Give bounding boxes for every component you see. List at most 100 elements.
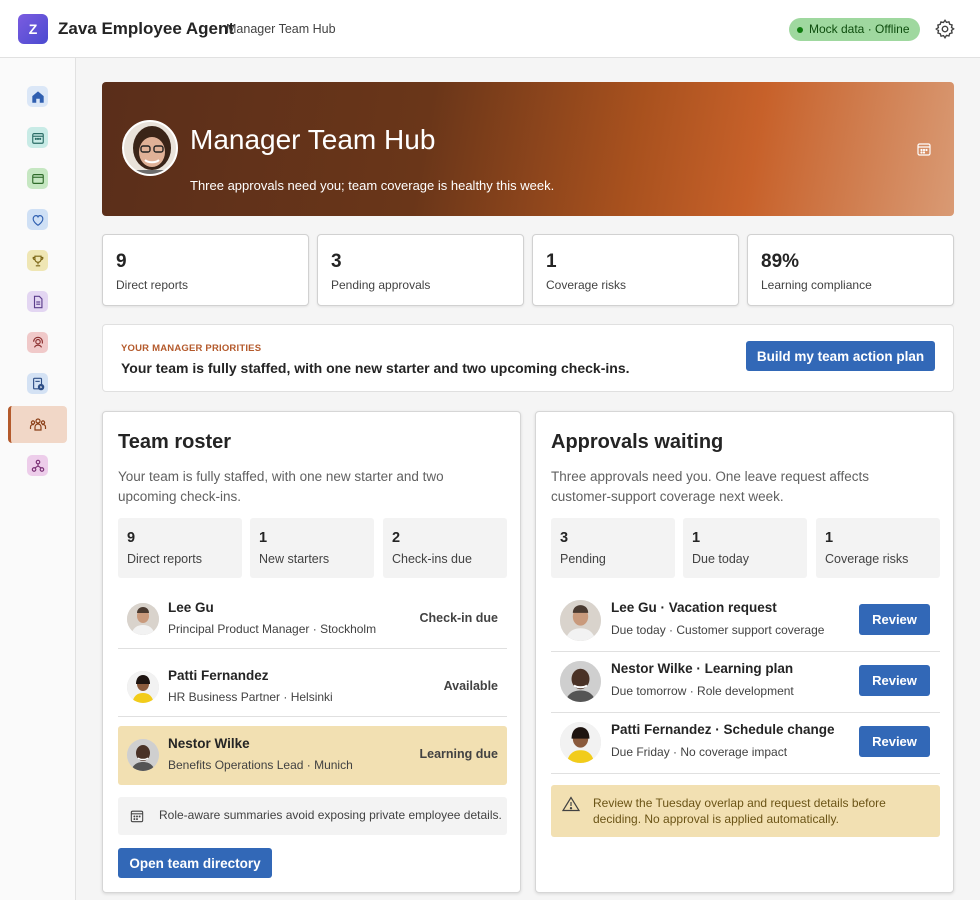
calendar-icon [130,810,144,823]
stat-direct-reports: 9 Direct reports [118,518,242,578]
document-icon [27,291,48,312]
form-play-icon [27,373,48,394]
avatar [560,600,601,641]
priorities-text: Your team is fully staffed, with one new… [121,360,630,376]
review-button[interactable]: Review [859,604,930,635]
member-role: HR Business Partner · Helsinki [168,690,333,704]
kpi-label: Coverage risks [546,278,627,292]
stat-label: Due today [692,552,749,566]
kpi-label: Learning compliance [761,278,872,292]
stat-pending: 3 Pending [551,518,675,578]
kpi-label: Direct reports [116,278,189,292]
kpi-card-coverage-risks: 1 Coverage risks [532,234,739,306]
sidebar-item-home[interactable] [8,78,67,115]
avatar [560,722,601,763]
open-team-directory-button[interactable]: Open team directory [118,848,272,878]
status-badge: Mock data · Offline [789,18,920,41]
page-subtitle: Three approvals need you; team coverage … [190,178,555,193]
approval-item: Patti Fernandez · Schedule change Due Fr… [551,713,940,774]
approval-meta: Due today · Customer support coverage [611,623,825,637]
kpi-card-direct-reports: 9 Direct reports [102,234,309,306]
stat-new-starters: 1 New starters [250,518,374,578]
member-role: Benefits Operations Lead · Munich [168,758,353,772]
approval-title: Lee Gu · Vacation request [611,600,777,615]
stat-check-ins-due: 2 Check-ins due [383,518,507,578]
stat-value: 1 [692,530,701,546]
kpi-value: 89% [761,251,800,272]
member-status: Available [443,679,498,693]
manager-priorities-card: YOUR MANAGER PRIORITIES Your team is ful… [102,324,954,392]
trophy-icon [27,250,48,271]
member-status: Check-in due [419,611,499,625]
sidebar-item-wallet[interactable] [8,160,67,197]
panel-title: Team roster [118,431,232,453]
avatar [560,661,601,702]
approval-title: Nestor Wilke · Learning plan [611,661,794,676]
calendar-icon[interactable] [916,141,932,157]
kpi-card-learning-compliance: 89% Learning compliance [747,234,954,306]
member-name: Lee Gu [168,600,214,615]
approval-item: Nestor Wilke · Learning plan Due tomorro… [551,652,940,713]
sidebar [0,58,76,900]
priorities-eyebrow: YOUR MANAGER PRIORITIES [121,343,262,354]
calendar-icon [27,127,48,148]
sidebar-item-forms[interactable] [8,365,67,402]
sidebar-item-calendar[interactable] [8,119,67,156]
roster-row[interactable]: Lee Gu Principal Product Manager · Stock… [118,590,507,649]
sidebar-item-support[interactable] [8,324,67,361]
heart-icon [27,209,48,230]
privacy-note: Role-aware summaries avoid exposing priv… [118,797,507,835]
warning-text: Review the Tuesday overlap and request d… [593,796,886,826]
stat-due-today: 1 Due today [683,518,807,578]
org-chart-icon [27,455,48,476]
stat-label: Pending [560,552,606,566]
approval-item: Lee Gu · Vacation request Due today · Cu… [551,591,940,652]
build-action-plan-button[interactable]: Build my team action plan [746,341,935,371]
team-icon [27,414,48,435]
gear-icon[interactable] [934,18,956,40]
member-role: Principal Product Manager · Stockholm [168,622,377,636]
app-logo: Z [18,14,48,44]
kpi-label: Pending approvals [331,278,431,292]
approval-meta: Due tomorrow · Role development [611,684,794,698]
roster-row[interactable]: Nestor Wilke Benefits Operations Lead · … [118,726,507,785]
approval-title: Patti Fernandez · Schedule change [611,722,835,737]
roster-row[interactable]: Patti Fernandez HR Business Partner · He… [118,658,507,717]
warning-icon [562,796,580,812]
kpi-value: 1 [546,251,557,272]
member-name: Patti Fernandez [168,668,269,683]
approval-meta: Due Friday · No coverage impact [611,745,788,759]
coverage-warning: Review the Tuesday overlap and request d… [551,785,940,837]
note-text: Role-aware summaries avoid exposing priv… [159,808,502,822]
stat-value: 9 [127,530,136,546]
stat-label: Check-ins due [392,552,472,566]
sidebar-item-documents[interactable] [8,283,67,320]
status-text: Mock data · Offline [809,22,910,36]
avatar [122,120,178,176]
kpi-value: 9 [116,251,127,272]
panel-description: Three approvals need you. One leave requ… [551,469,869,504]
stat-coverage-risks: 1 Coverage risks [816,518,940,578]
stat-value: 3 [560,530,569,546]
wallet-icon [27,168,48,189]
stat-value: 1 [259,530,268,546]
panel-description: Your team is fully staffed, with one new… [118,469,444,504]
app-subtitle: Manager Team Hub [226,22,336,36]
panel-title: Approvals waiting [551,431,724,453]
approvals-panel: Approvals waiting Three approvals need y… [535,411,954,893]
review-button[interactable]: Review [859,665,930,696]
avatar [127,671,159,703]
sidebar-item-recognition[interactable] [8,242,67,279]
avatar [127,739,159,771]
avatar [127,603,159,635]
status-dot-icon [797,27,803,33]
stat-label: New starters [259,552,330,566]
review-button[interactable]: Review [859,726,930,757]
sidebar-item-org[interactable] [8,447,67,484]
sidebar-item-team[interactable] [8,406,67,443]
top-bar: Z Zava Employee Agent Manager Team Hub M… [0,0,980,58]
stat-value: 2 [392,530,401,546]
sidebar-item-wellbeing[interactable] [8,201,67,238]
kpi-card-pending-approvals: 3 Pending approvals [317,234,524,306]
stat-value: 1 [825,530,834,546]
